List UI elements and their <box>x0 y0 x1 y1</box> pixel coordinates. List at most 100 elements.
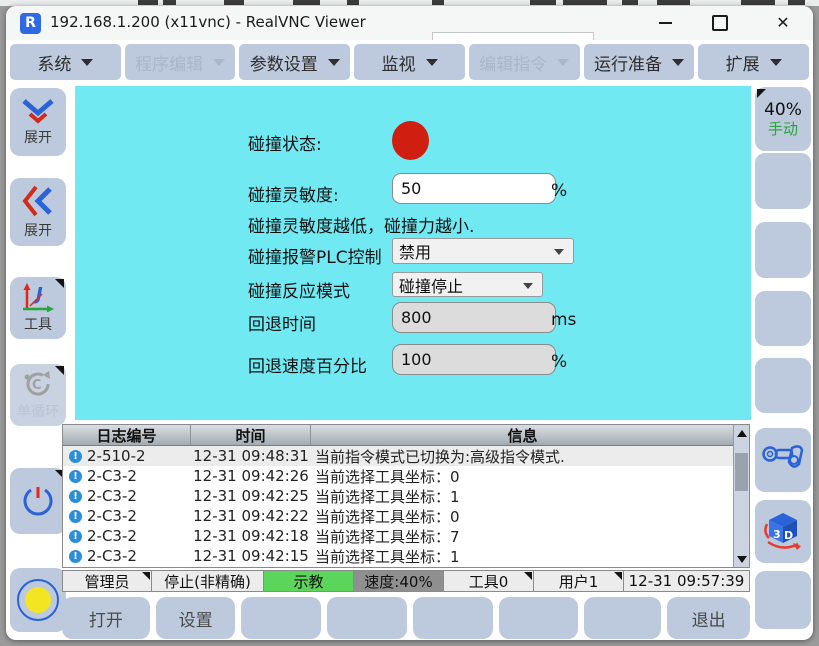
power-button[interactable] <box>10 468 66 534</box>
tool-axes-icon: J <box>20 282 56 312</box>
reaction-mode-dropdown[interactable]: 碰撞停止 <box>392 272 543 297</box>
background-fragment <box>293 0 320 5</box>
close-button[interactable]: ✕ <box>761 6 805 40</box>
right-panel-button-1[interactable] <box>755 153 811 209</box>
chevron-down-icon <box>672 59 684 66</box>
menu-item-label: 程序编辑 <box>135 50 203 75</box>
log-table-row[interactable]: ! 2-C3-2 12-31 09:42:18 当前选择工具坐标：7 <box>63 526 749 546</box>
status-cell[interactable]: 用户1 <box>533 570 624 592</box>
chevron-down-icon <box>213 59 225 66</box>
info-icon: ! <box>69 510 82 523</box>
bottom-bar-button[interactable]: 退出 <box>667 597 750 639</box>
plc-control-dropdown[interactable]: 禁用 <box>392 238 574 264</box>
expand-down-label: 展开 <box>24 127 52 147</box>
backoff-speed-input[interactable] <box>392 344 556 375</box>
reaction-mode-value: 碰撞停止 <box>399 273 463 297</box>
menu-item[interactable]: 监视 <box>354 44 465 80</box>
chevron-down-icon <box>554 249 564 255</box>
menu-item[interactable]: 扩展 <box>698 44 809 80</box>
bottom-bar-button[interactable] <box>327 597 407 639</box>
3d-view-button[interactable]: 3 D <box>755 500 811 563</box>
status-cell[interactable]: 12-31 09:57:39 <box>623 570 750 592</box>
log-table-row[interactable]: ! 2-C3-2 12-31 09:42:22 当前选择工具坐标：0 <box>63 506 749 526</box>
corner-marker-icon <box>757 89 766 98</box>
bottom-bar-button[interactable]: 打开 <box>62 597 150 639</box>
menu-item-label: 系统 <box>37 50 71 75</box>
chevron-down-icon <box>770 59 782 66</box>
minimize-button[interactable] <box>643 6 687 40</box>
speed-mode-button[interactable]: 40% 手动 <box>755 87 811 151</box>
chevron-down-icon <box>426 59 438 66</box>
right-panel-button-2[interactable] <box>755 222 811 278</box>
log-id-text: 2-510-2 <box>87 447 146 465</box>
right-panel-button-3[interactable] <box>755 291 811 346</box>
jog-controller-button[interactable] <box>755 428 811 492</box>
bottom-bar-button[interactable]: 设置 <box>156 597 236 639</box>
collision-sensitivity-input[interactable] <box>392 173 556 204</box>
expand-left-label: 展开 <box>24 220 52 240</box>
status-cell-label: 12-31 09:57:39 <box>629 572 745 590</box>
log-table-row[interactable]: ! 2-510-2 12-31 09:48:31 当前指令模式已切换为:高级指令… <box>63 446 749 466</box>
enable-indicator-icon <box>15 577 61 623</box>
title-bar[interactable]: R 192.168.1.200 (x11vnc) - RealVNC Viewe… <box>6 6 813 40</box>
menu-item[interactable]: 系统 <box>10 44 121 80</box>
cycle-loop-icon: C <box>21 369 55 399</box>
log-table-body: ! 2-510-2 12-31 09:48:31 当前指令模式已切换为:高级指令… <box>63 446 749 566</box>
bottom-bar-button[interactable] <box>241 597 321 639</box>
log-time-cell: 12-31 09:42:18 <box>191 527 311 545</box>
deadman-enable-button[interactable] <box>10 568 66 632</box>
background-fragment <box>657 0 690 5</box>
background-fragment <box>563 0 607 5</box>
collision-settings-panel: 碰撞状态: 碰撞灵敏度: % 碰撞灵敏度越低，碰撞力越小. 碰撞报警PLC控制 … <box>75 86 751 420</box>
menu-item[interactable]: 编辑指令 <box>469 44 580 80</box>
log-table-row[interactable]: ! 2-C3-2 12-31 09:42:25 当前选择工具坐标：1 <box>63 486 749 506</box>
menu-item[interactable]: 运行准备 <box>584 44 695 80</box>
single-cycle-button[interactable]: C 单循环 <box>10 364 66 426</box>
tool-coordinate-button[interactable]: J 工具 <box>10 277 66 339</box>
expand-down-button[interactable]: 展开 <box>10 88 66 156</box>
svg-text:D: D <box>784 529 793 542</box>
game-controller-icon <box>761 442 805 478</box>
expand-left-button[interactable]: 展开 <box>10 178 66 246</box>
log-id-cell: ! 2-C3-2 <box>63 527 191 545</box>
log-id-text: 2-C3-2 <box>87 507 137 525</box>
single-cycle-label: 单循环 <box>17 401 59 421</box>
backoff-speed-unit-label: % <box>551 352 567 372</box>
background-fragment <box>163 0 176 5</box>
log-scrollbar[interactable] <box>733 425 749 567</box>
menu-item[interactable]: 程序编辑 <box>125 44 236 80</box>
bottom-bar-button[interactable] <box>584 597 661 639</box>
background-fragment <box>138 0 158 5</box>
log-id-text: 2-C3-2 <box>87 527 137 545</box>
scrollbar-thumb[interactable] <box>735 453 748 491</box>
corner-marker-icon <box>55 279 64 288</box>
status-cell[interactable]: 管理员 <box>62 570 152 592</box>
background-fragment <box>622 0 638 5</box>
backoff-speed-label: 回退速度百分比 <box>248 352 367 377</box>
info-icon: ! <box>69 490 82 503</box>
menu-item[interactable]: 参数设置 <box>239 44 350 80</box>
status-cell[interactable]: 示教 <box>263 570 354 592</box>
sensitivity-unit-label: % <box>551 181 567 201</box>
right-panel-button-5[interactable] <box>755 571 811 629</box>
scroll-down-button[interactable] <box>734 551 749 567</box>
scroll-up-button[interactable] <box>734 425 749 441</box>
bottom-bar-button[interactable] <box>413 597 493 639</box>
right-panel-button-4[interactable] <box>755 358 811 413</box>
tool-label: 工具 <box>24 314 52 334</box>
log-id-column-header: 日志编号 <box>63 425 191 445</box>
log-id-text: 2-C3-2 <box>87 547 137 565</box>
realvnc-window: R 192.168.1.200 (x11vnc) - RealVNC Viewe… <box>6 6 813 640</box>
log-table-row[interactable]: ! 2-C3-2 12-31 09:42:15 当前选择工具坐标：1 <box>63 546 749 566</box>
info-icon: ! <box>69 530 82 543</box>
log-id-text: 2-C3-2 <box>87 467 137 485</box>
maximize-button[interactable] <box>698 6 742 40</box>
backoff-time-input[interactable] <box>392 302 556 333</box>
status-cell[interactable]: 停止(非精确) <box>151 570 264 592</box>
log-message-column-header: 信息 <box>311 425 734 445</box>
status-cell[interactable]: 工具0 <box>443 570 534 592</box>
log-id-cell: ! 2-C3-2 <box>63 467 191 485</box>
log-table-row[interactable]: ! 2-C3-2 12-31 09:42:26 当前选择工具坐标：0 <box>63 466 749 486</box>
status-cell[interactable]: 速度:40% <box>353 570 444 592</box>
bottom-bar-button[interactable] <box>499 597 579 639</box>
